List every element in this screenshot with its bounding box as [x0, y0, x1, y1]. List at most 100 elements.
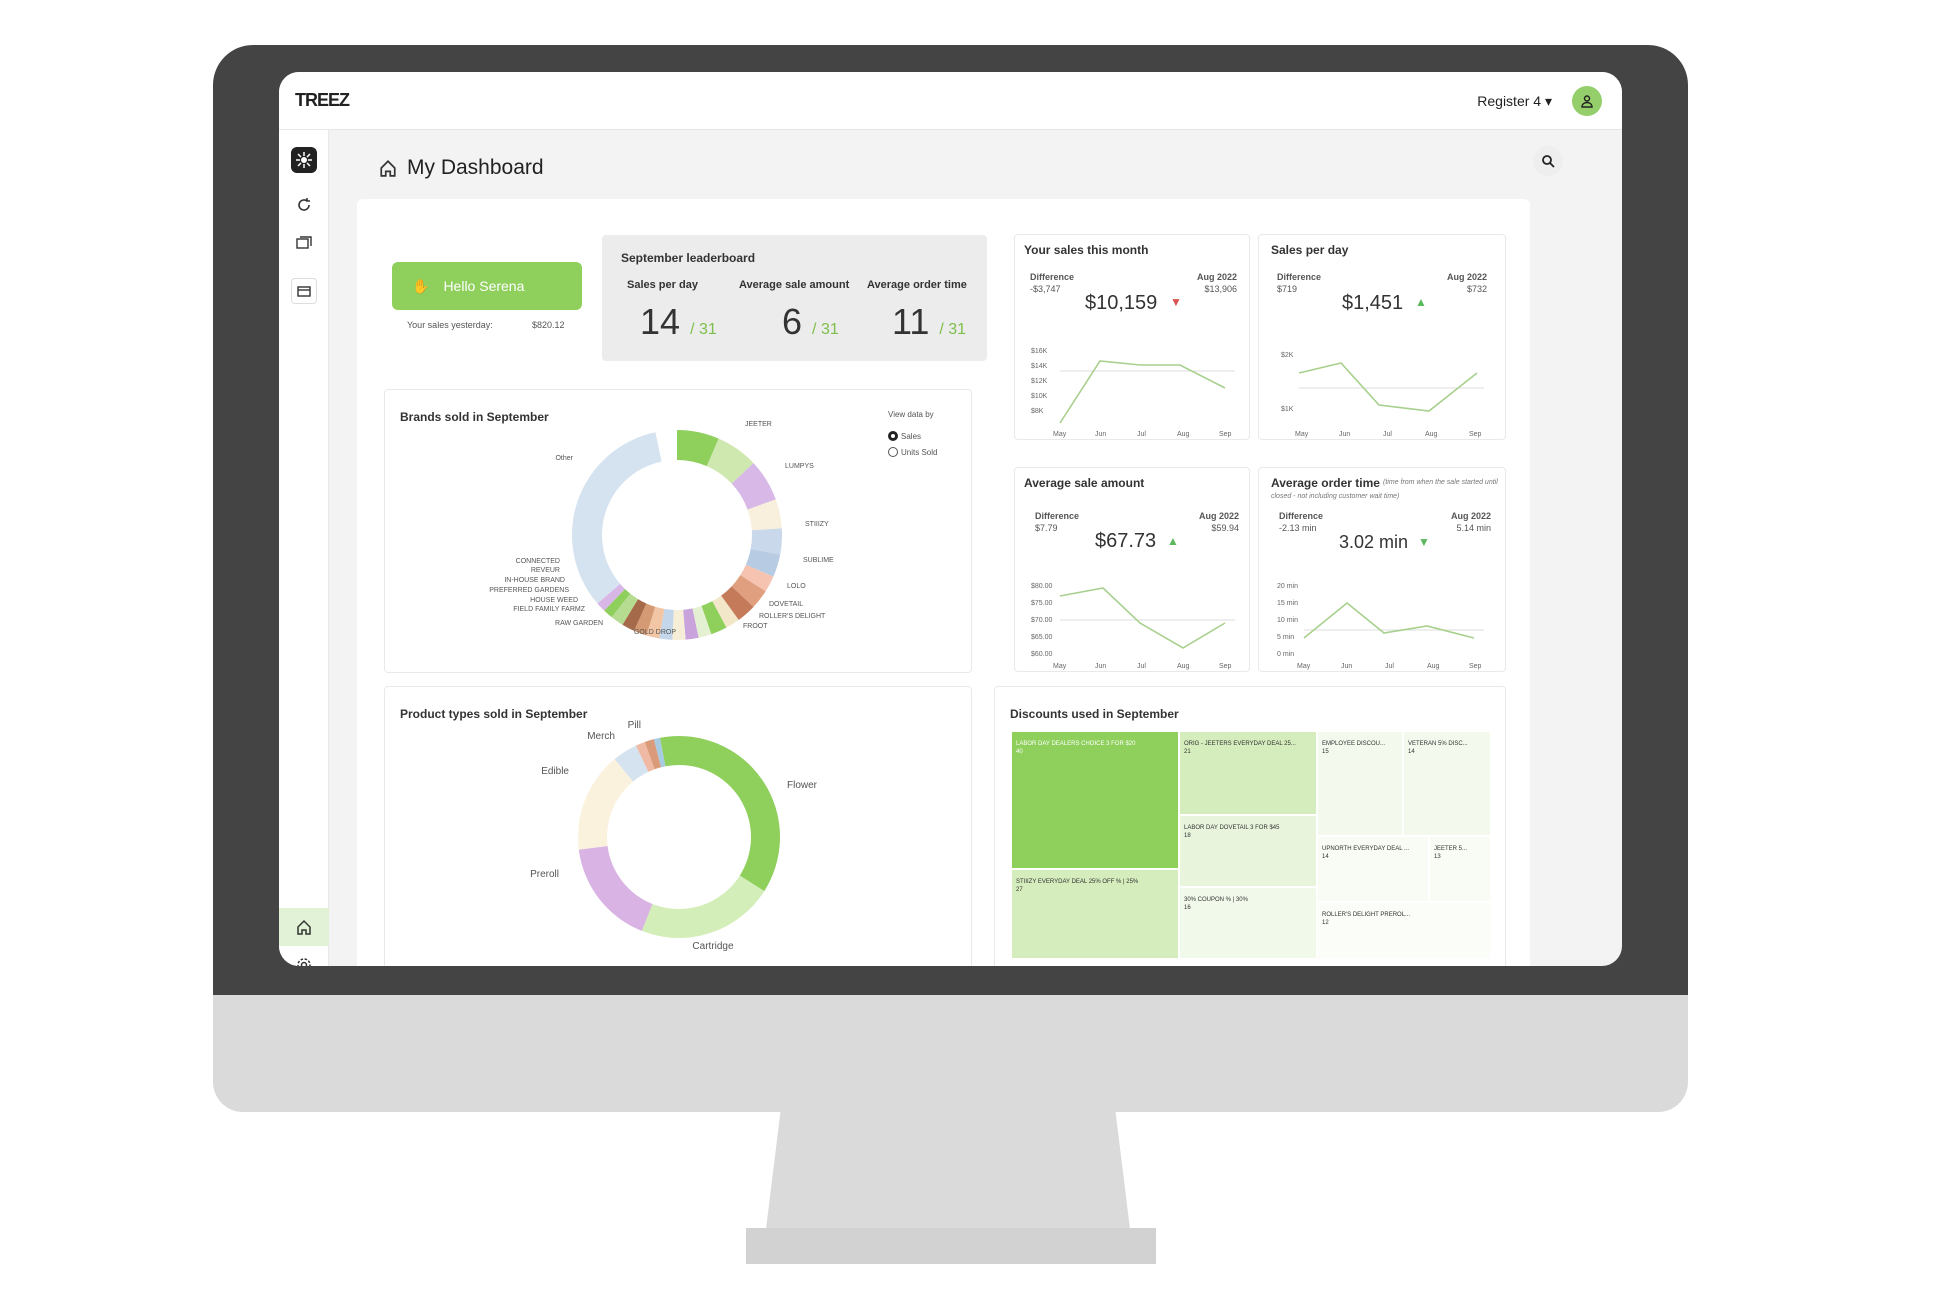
kpi-cmp-label: Aug 2022	[1198, 511, 1239, 521]
kpi-diff: -2.13 min	[1279, 523, 1317, 533]
brand-label: JEETER	[745, 421, 772, 428]
kpi-cmp: 5.14 min	[1456, 523, 1491, 533]
brand-label: GOLD DROP	[634, 629, 676, 636]
brand-label: IN-HOUSE BRAND	[504, 577, 565, 584]
treemap-cell-count: 14	[1322, 854, 1329, 860]
avg-order-sparkline: 20 min 15 min 10 min 5 min 0 min May Jun Jul Au…	[1277, 583, 1484, 670]
brand-label: Other	[555, 455, 573, 462]
kpi-cmp-label: Aug 2022	[1450, 511, 1491, 521]
sunflower-app-icon[interactable]	[291, 147, 317, 173]
brand-label: LOLO	[787, 583, 806, 590]
leaderboard-rank: 14 / 31	[640, 301, 717, 342]
kpi-diff-label: Difference	[1030, 272, 1075, 282]
svg-text:Jul: Jul	[1137, 663, 1146, 670]
register-selector[interactable]: Register 4 ▾	[1477, 93, 1552, 110]
trend-down-icon: ▼	[1418, 535, 1430, 549]
treemap-cell[interactable]: JEETER 5... 13	[1429, 836, 1491, 902]
product-label: Flower	[787, 780, 818, 791]
treemap-cell-name: UPNORTH EVERYDAY DEAL ...	[1322, 846, 1410, 852]
svg-text:Aug: Aug	[1177, 431, 1190, 438]
treemap-cell-name: VETERAN 5% DISC...	[1408, 741, 1468, 747]
svg-text:May: May	[1053, 663, 1067, 670]
treemap-cell-name: 30% COUPON % | 30%	[1184, 897, 1248, 903]
page-title: My Dashboard	[407, 156, 544, 179]
brand-label: HOUSE WEED	[530, 597, 578, 604]
treemap-cell[interactable]: ROLLER'S DELIGHT PREROL... 12	[1317, 902, 1491, 959]
kpi-value: 3.02 min	[1339, 532, 1409, 552]
svg-text:$12K: $12K	[1031, 378, 1048, 385]
treemap-cell-count: 15	[1322, 749, 1329, 755]
gear-icon[interactable]	[291, 952, 317, 966]
svg-text:Jun: Jun	[1095, 431, 1106, 438]
treemap-cell[interactable]: EMPLOYEE DISCOU... 15	[1317, 731, 1403, 836]
svg-text:Aug: Aug	[1425, 431, 1438, 438]
product-label: Preroll	[530, 869, 559, 880]
kpi-diff: $719	[1277, 284, 1298, 294]
brands-card: Brands sold in September View data by Sa…	[384, 389, 972, 673]
svg-text:5 min: 5 min	[1277, 634, 1294, 641]
product-label: Cartridge	[692, 941, 734, 952]
treemap-cell[interactable]: LABOR DAY DEALERS CHOICE 3 FOR $20 40	[1011, 731, 1179, 869]
svg-text:$16K: $16K	[1031, 348, 1048, 355]
home-icon	[297, 919, 311, 935]
product-label: Pill	[628, 720, 641, 731]
yesterday-label: Your sales yesterday:	[407, 320, 493, 330]
kpi-cmp-label: Aug 2022	[1446, 272, 1487, 282]
kpi-cmp: $59.94	[1211, 523, 1239, 533]
kpi-diff-label: Difference	[1277, 272, 1322, 282]
hello-button[interactable]: ✋ Hello Serena	[392, 262, 582, 310]
monitor-stand-base	[746, 1228, 1156, 1264]
leaderboard-rank: 6 / 31	[782, 301, 839, 342]
kpi-value: $67.73	[1095, 530, 1157, 552]
treemap-cell[interactable]: STIIIZY EVERYDAY DEAL 25% OFF % | 25% 27	[1011, 869, 1179, 959]
kpi-cmp-label: Aug 2022	[1196, 272, 1237, 282]
trend-up-icon: ▲	[1167, 534, 1179, 548]
treemap-cell-name: ROLLER'S DELIGHT PREROL...	[1322, 912, 1411, 918]
svg-text:20 min: 20 min	[1277, 583, 1298, 590]
svg-text:Aug: Aug	[1427, 663, 1440, 670]
brand-label: REVEUR	[531, 567, 560, 574]
treemap-cell-name: JEETER 5...	[1434, 846, 1468, 852]
sales-day-sparkline: $2K $1K May Jun Jul Aug Sep	[1281, 352, 1484, 438]
treemap-cell-count: 16	[1184, 905, 1191, 911]
treemap-cell-count: 40	[1016, 749, 1023, 755]
treemap-cell[interactable]: 30% COUPON % | 30% 16	[1179, 887, 1317, 959]
brand-label: FIELD FAMILY FARMZ	[513, 606, 585, 613]
svg-text:Sep: Sep	[1219, 431, 1232, 438]
svg-text:$80.00: $80.00	[1031, 583, 1053, 590]
top-bar: TREEZ Register 4 ▾	[279, 72, 1622, 130]
treemap-cell-count: 18	[1184, 833, 1191, 839]
page-header: My Dashboard	[379, 156, 544, 180]
refresh-icon[interactable]	[291, 192, 317, 218]
svg-text:$10K: $10K	[1031, 393, 1048, 400]
svg-text:$1K: $1K	[1281, 406, 1294, 413]
treemap-cell[interactable]: LABOR DAY DOVETAIL 3 FOR $45 18	[1179, 815, 1317, 887]
screen: TREEZ Register 4 ▾ My Dashboard ✋ Hello …	[279, 72, 1622, 966]
user-avatar[interactable]	[1572, 86, 1602, 116]
svg-text:$75.00: $75.00	[1031, 600, 1053, 607]
svg-text:$60.00: $60.00	[1031, 651, 1053, 658]
svg-text:May: May	[1053, 431, 1067, 438]
product-types-card: Product types sold in September Flower Ca…	[384, 686, 972, 966]
kpi-diff: $7.79	[1035, 523, 1058, 533]
product-label: Merch	[587, 731, 615, 742]
search-button[interactable]	[1533, 146, 1563, 176]
svg-text:Jul: Jul	[1383, 431, 1392, 438]
svg-text:Sep: Sep	[1469, 663, 1482, 670]
treemap-cell-count: 13	[1434, 854, 1441, 860]
register-icon[interactable]	[291, 278, 317, 304]
trend-up-icon: ▲	[1415, 295, 1427, 309]
svg-text:Aug: Aug	[1177, 663, 1190, 670]
treemap-cell[interactable]: UPNORTH EVERYDAY DEAL ... 14	[1317, 836, 1429, 902]
product-types-donut: Flower Cartridge Preroll Edible Merch Pill	[530, 720, 818, 952]
treemap-cell[interactable]: ORIG - JEETERS EVERYDAY DEAL 25... 21	[1179, 731, 1317, 815]
folders-icon[interactable]	[291, 230, 317, 256]
leaderboard-title: September leaderboard	[621, 251, 756, 265]
treemap-cell[interactable]: VETERAN 5% DISC... 14	[1403, 731, 1491, 836]
sparkline	[1059, 360, 1226, 424]
leaderboard-label: Average order time	[867, 279, 967, 291]
sidebar-item-home[interactable]	[279, 908, 329, 946]
svg-text:$2K: $2K	[1281, 352, 1294, 359]
kpi-subtitle: (time from when the sale started until c…	[1271, 479, 1498, 500]
dashboard-content: ✋ Hello Serena Your sales yesterday: $82…	[357, 199, 1530, 966]
